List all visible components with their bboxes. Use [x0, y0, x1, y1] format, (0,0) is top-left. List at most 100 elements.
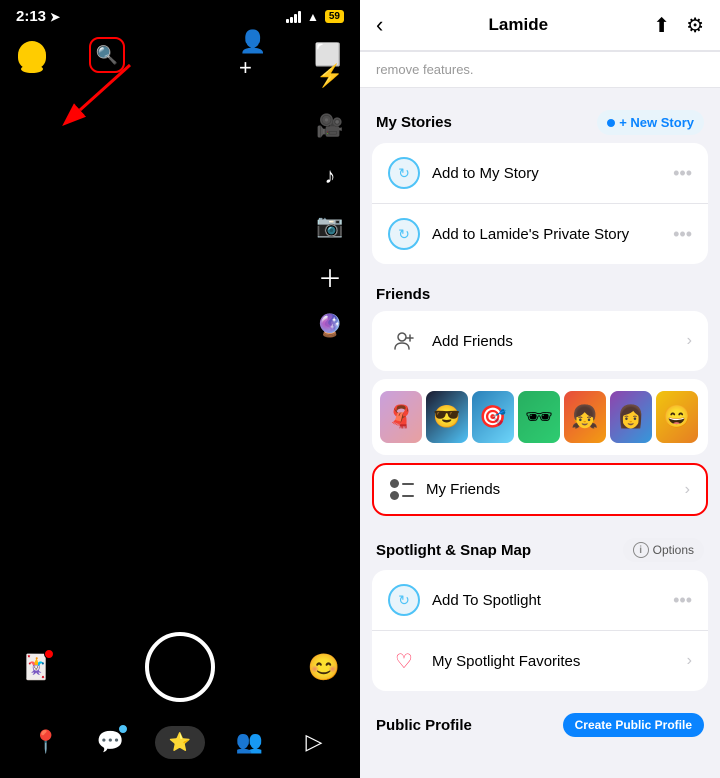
add-friends-label: Add Friends	[432, 333, 675, 350]
emoji-icon: 😊	[308, 652, 340, 683]
status-bar: 2:13 ➤ ▲ 59	[0, 0, 360, 29]
wifi-icon: ▲	[307, 10, 319, 24]
spotlight-favorites-item[interactable]: ♡ My Spotlight Favorites ›	[372, 630, 708, 691]
status-icons: ▲ 59	[286, 10, 344, 24]
settings-button[interactable]: ⚙	[686, 13, 704, 38]
info-icon: i	[633, 542, 649, 558]
profile-scroll[interactable]: remove features. My Stories + New Story …	[360, 51, 720, 778]
top-controls: 🔍 👤+ ⬜	[0, 29, 360, 81]
time-display: 2:13 ➤	[16, 8, 60, 25]
spotlight-options-button[interactable]: i Options	[623, 538, 704, 562]
spotlight-title: Spotlight & Snap Map	[376, 542, 531, 559]
create-public-button[interactable]: Create Public Profile	[563, 713, 704, 737]
friend-avatar-3: 🎯	[472, 391, 514, 443]
add-friends-chevron: ›	[687, 332, 692, 350]
options-label: Options	[653, 543, 694, 557]
private-story-more-icon[interactable]: •••	[673, 224, 692, 245]
snap-icon: ⭐	[169, 732, 191, 753]
lens-button[interactable]: 🔮	[314, 310, 346, 342]
add-to-spotlight-label: Add To Spotlight	[432, 592, 661, 609]
send-button[interactable]: ▷	[294, 722, 334, 762]
snap-button[interactable]: ⭐	[155, 726, 205, 759]
cards-notification	[44, 649, 54, 659]
music-icon: ♪	[325, 163, 336, 189]
spotlight-more-icon[interactable]: •••	[673, 590, 692, 611]
music-button[interactable]: ♪	[314, 160, 346, 192]
camera-flip-button[interactable]: 📷	[314, 210, 346, 242]
capture-row: 🃏 😊	[16, 632, 344, 702]
bottom-nav: 📍 💬 ⭐ 👥 ▷	[16, 722, 344, 762]
video-button[interactable]: 🎥	[314, 110, 346, 142]
my-story-icon: ↻	[388, 157, 420, 189]
friends-title: Friends	[376, 286, 430, 303]
teaser-text: remove features.	[360, 51, 720, 88]
add-friends-item[interactable]: Add Friends ›	[372, 311, 708, 371]
public-profile-header: Public Profile Create Public Profile	[360, 699, 720, 745]
my-friends-chevron: ›	[685, 481, 690, 499]
add-person-icon	[388, 325, 420, 357]
emoji-button[interactable]: 😊	[304, 647, 344, 687]
spotlight-favorites-label: My Spotlight Favorites	[432, 653, 675, 670]
bottom-controls: 🃏 😊 📍 💬 ⭐ 👥 ▷	[0, 632, 360, 778]
profile-title: Lamide	[489, 15, 549, 35]
friends-section-header: Friends	[360, 272, 720, 311]
heart-icon: ♡	[388, 645, 420, 677]
new-story-button[interactable]: + New Story	[597, 110, 704, 135]
add-to-my-story-label: Add to My Story	[432, 165, 661, 182]
header-actions: ⬆ ⚙	[653, 13, 704, 38]
spotlight-list: ↻ Add To Spotlight ••• ♡ My Spotlight Fa…	[372, 570, 708, 691]
camera-panel: 2:13 ➤ ▲ 59 🔍 👤+ ⬜	[0, 0, 360, 778]
stories-list: ↻ Add to My Story ••• ↻ Add to Lamide's …	[372, 143, 708, 264]
location-arrow-icon: ➤	[50, 10, 60, 24]
my-story-more-icon[interactable]: •••	[673, 163, 692, 184]
capture-button[interactable]	[145, 632, 215, 702]
chat-notification	[118, 724, 128, 734]
stories-section-header: My Stories + New Story	[360, 96, 720, 143]
my-friends-label: My Friends	[426, 481, 673, 498]
friend-avatar-2: 😎	[426, 391, 468, 443]
friend-avatar-6: 👩	[610, 391, 652, 443]
video-icon: 🎥	[316, 113, 343, 139]
friend-avatar-4: 🕶	[518, 391, 560, 443]
avatar-button[interactable]	[16, 39, 48, 71]
upload-button[interactable]: ⬆	[653, 13, 670, 38]
chat-button[interactable]: 💬	[90, 722, 130, 762]
spotlight-icon: ↻	[388, 584, 420, 616]
new-story-label: + New Story	[619, 115, 694, 130]
right-controls: ⚡ 🎥 ♪ 📷 ＋ 🔮	[314, 60, 346, 342]
avatars-row: 🧣 😎 🎯 🕶 👧 👩 😄	[380, 391, 700, 443]
friend-avatar-7: 😄	[656, 391, 698, 443]
add-friends-card: Add Friends ›	[372, 311, 708, 371]
friends-button[interactable]: 👥	[230, 722, 270, 762]
profile-panel: ‹ Lamide ⬆ ⚙ remove features. My Stories…	[360, 0, 720, 778]
flash-button[interactable]: ⚡	[314, 60, 346, 92]
avatar-icon	[18, 41, 46, 69]
friend-avatar-1: 🧣	[380, 391, 422, 443]
signal-icon	[286, 11, 301, 23]
tutorial-arrow	[60, 55, 140, 140]
back-button[interactable]: ‹	[376, 12, 383, 38]
spotlight-section-header: Spotlight & Snap Map i Options	[360, 524, 720, 570]
my-friends-icon	[390, 479, 414, 500]
add-to-private-story-item[interactable]: ↻ Add to Lamide's Private Story •••	[372, 203, 708, 264]
public-profile-title: Public Profile	[376, 717, 472, 734]
add-friend-button[interactable]: 👤+	[239, 39, 271, 71]
add-to-spotlight-item[interactable]: ↻ Add To Spotlight •••	[372, 570, 708, 630]
stories-title: My Stories	[376, 114, 452, 131]
new-story-dot	[607, 119, 615, 127]
profile-header: ‹ Lamide ⬆ ⚙	[360, 0, 720, 51]
friends-icon: 👥	[236, 729, 263, 755]
friend-avatar-5: 👧	[564, 391, 606, 443]
map-button[interactable]: 📍	[26, 722, 66, 762]
lens-icon: 🔮	[316, 313, 343, 339]
my-friends-item[interactable]: My Friends ›	[374, 465, 706, 514]
send-icon: ▷	[306, 729, 323, 755]
plus-icon: ＋	[318, 259, 342, 294]
cards-button[interactable]: 🃏	[16, 647, 56, 687]
friends-avatars-card: 🧣 😎 🎯 🕶 👧 👩 😄	[372, 379, 708, 455]
favorites-chevron: ›	[687, 652, 692, 670]
flash-icon: ⚡	[316, 63, 343, 89]
add-button[interactable]: ＋	[314, 260, 346, 292]
my-friends-card[interactable]: My Friends ›	[372, 463, 708, 516]
add-to-my-story-item[interactable]: ↻ Add to My Story •••	[372, 143, 708, 203]
